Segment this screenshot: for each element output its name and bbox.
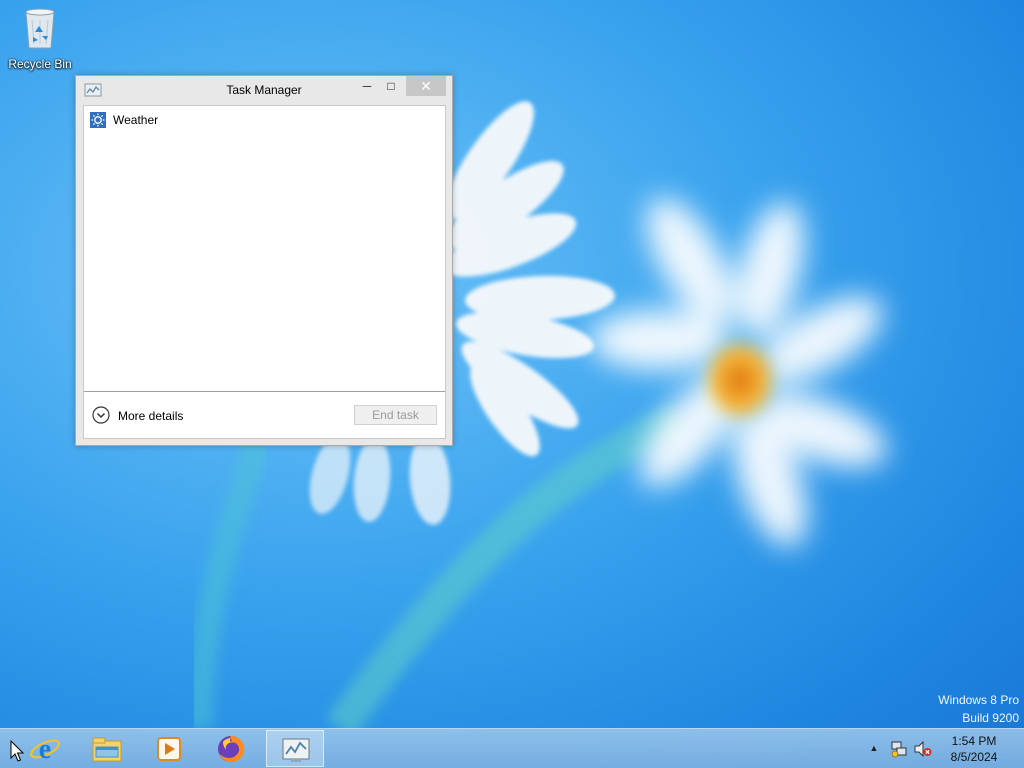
taskbar: e ▲ 1:54 PM 8/5/2024 — [0, 728, 1024, 768]
close-icon: ✕ — [420, 78, 432, 94]
taskbar-firefox[interactable] — [202, 730, 260, 767]
file-explorer-icon — [92, 737, 122, 762]
mouse-cursor-icon — [10, 740, 24, 762]
minimize-button[interactable]: ─ — [356, 76, 378, 96]
process-list[interactable]: Weather — [84, 106, 445, 391]
taskbar-clock[interactable]: 1:54 PM 8/5/2024 — [938, 733, 1010, 765]
clock-date: 8/5/2024 — [950, 750, 998, 764]
desktop-icon-recycle-bin[interactable]: Recycle Bin — [4, 6, 76, 74]
process-row[interactable]: Weather — [90, 111, 430, 131]
minimize-icon: ─ — [362, 79, 372, 93]
task-manager-window[interactable]: Task Manager ─ □ ✕ Weather More details … — [75, 75, 453, 446]
window-titlebar[interactable]: Task Manager ─ □ ✕ — [76, 76, 452, 104]
show-desktop-button[interactable] — [1016, 729, 1024, 768]
firefox-icon — [218, 735, 245, 762]
svg-text:e: e — [39, 734, 51, 765]
task-manager-content: Weather More details End task — [83, 105, 446, 439]
footer-divider — [84, 391, 445, 392]
network-icon[interactable] — [890, 740, 908, 758]
taskbar-file-explorer[interactable] — [78, 730, 136, 767]
taskbar-internet-explorer[interactable]: e — [16, 730, 74, 767]
process-name: Weather — [113, 113, 159, 127]
maximize-button[interactable]: □ — [380, 76, 402, 96]
watermark-build: Build 9200 — [962, 711, 1019, 725]
windows-build-watermark: Windows 8 Pro Build 9200 — [938, 691, 1019, 727]
taskbar-task-manager[interactable] — [266, 730, 324, 767]
desktop[interactable]: Recycle Bin Windows 8 Pro Build 9200 Tas… — [0, 0, 1024, 768]
media-player-icon — [157, 737, 181, 761]
more-details-label: More details — [118, 409, 184, 423]
chevron-down-circle-icon — [92, 406, 110, 424]
desktop-icon-label: Recycle Bin — [8, 57, 72, 71]
weather-icon — [90, 112, 106, 128]
taskbar-media-player[interactable] — [140, 730, 198, 767]
task-manager-icon — [282, 738, 310, 762]
watermark-edition: Windows 8 Pro — [938, 693, 1019, 707]
recycle-bin-icon — [25, 8, 55, 49]
volume-muted-icon[interactable] — [914, 741, 932, 757]
show-hidden-icons-icon[interactable]: ▲ — [868, 742, 880, 754]
maximize-icon: □ — [387, 79, 395, 93]
close-button[interactable]: ✕ — [406, 76, 446, 96]
clock-time: 1:54 PM — [951, 734, 997, 748]
end-task-button[interactable]: End task — [354, 405, 437, 425]
internet-explorer-icon: e — [30, 734, 60, 765]
